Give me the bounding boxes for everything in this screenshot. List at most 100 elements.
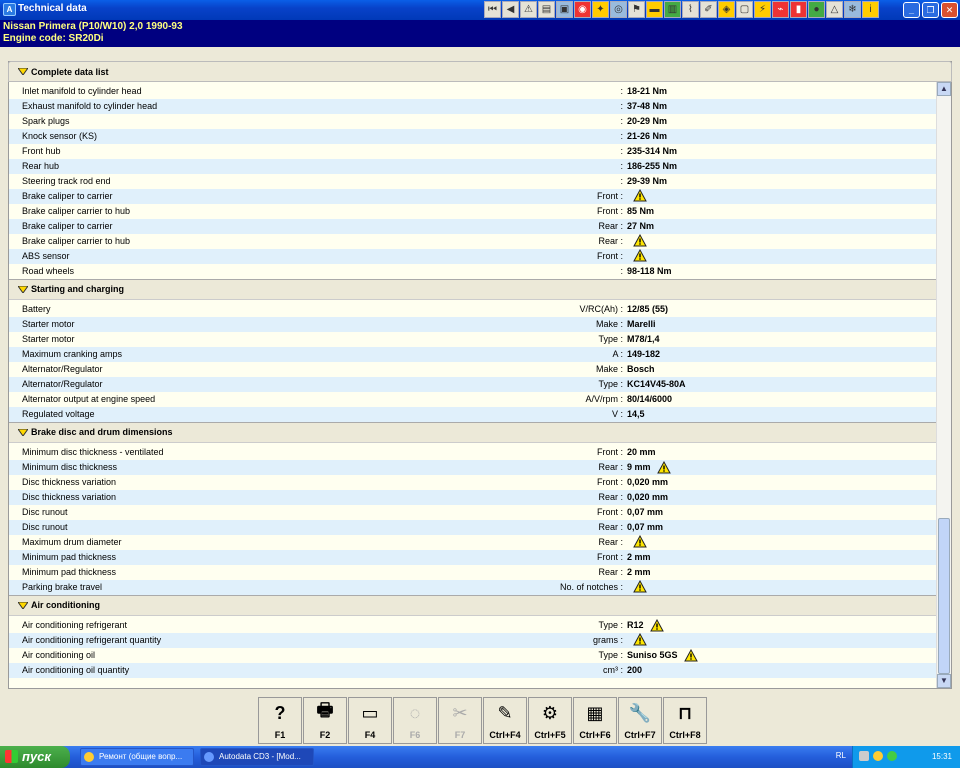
table-row[interactable]: Brake caliper carrier to hub Rear : — [9, 233, 937, 249]
fkey-ctrl-f6-button[interactable]: ▦ Ctrl+F6 — [573, 697, 617, 744]
gauge-icon[interactable]: ◎ — [610, 1, 627, 18]
warning-icon[interactable] — [633, 233, 647, 247]
table-row[interactable]: Alternator/Regulator Make : Bosch — [9, 362, 937, 377]
document-icon[interactable]: ▤ — [538, 1, 555, 18]
network-icon[interactable] — [859, 751, 869, 761]
volume-icon[interactable] — [887, 751, 897, 761]
warning-icon[interactable] — [633, 534, 647, 548]
table-row[interactable]: Disc runout Rear : 0,07 mm — [9, 520, 937, 535]
aircon-icon[interactable]: ❄ — [844, 1, 861, 18]
table-row[interactable]: Air conditioning refrigerant quantity gra… — [9, 632, 937, 648]
warning-icon[interactable] — [656, 460, 671, 474]
minimize-button[interactable]: _ — [903, 2, 920, 18]
blank-icon[interactable]: ▢ — [736, 1, 753, 18]
vertical-scrollbar[interactable]: ▲ ▼ — [936, 82, 951, 688]
table-row[interactable]: Brake caliper to carrier Rear : 27 Nm — [9, 219, 937, 234]
table-row[interactable]: Knock sensor (KS):21-26 Nm — [9, 129, 937, 144]
warning-icon[interactable] — [633, 632, 647, 646]
table-row[interactable]: Parking brake travel No. of notches : — [9, 579, 937, 595]
table-row[interactable]: Exhaust manifold to cylinder head:37-48 … — [9, 99, 937, 114]
electrical-icon[interactable]: ⚡ — [754, 1, 771, 18]
table-row[interactable]: Air conditioning oil quantity cm³ : 200 — [9, 663, 937, 678]
warning-icon[interactable] — [633, 579, 647, 593]
table-row[interactable]: Maximum drum diameter Rear : — [9, 534, 937, 550]
table-row[interactable]: Disc thickness variation Front : 0,020 mm — [9, 475, 937, 490]
table-row[interactable]: Front hub:235-314 Nm — [9, 144, 937, 159]
airbag-icon[interactable]: ● — [808, 1, 825, 18]
diagnostics-icon[interactable]: ✦ — [592, 1, 609, 18]
section-header[interactable]: Starting and charging — [9, 279, 937, 300]
previous-icon[interactable]: ◀ — [502, 1, 519, 18]
torque-icon[interactable]: ◈ — [718, 1, 735, 18]
info-icon[interactable]: i — [862, 1, 879, 18]
table-row[interactable]: ABS sensor Front : — [9, 248, 937, 264]
table-row[interactable]: Maximum cranking amps A : 149-182 — [9, 347, 937, 362]
abs-icon[interactable]: △ — [826, 1, 843, 18]
restore-button[interactable]: ❐ — [922, 2, 939, 18]
fkey-ctrl-f4-button[interactable]: ✎ Ctrl+F4 — [483, 697, 527, 744]
table-row[interactable]: Minimum pad thickness Rear : 2 mm — [9, 565, 937, 580]
warning-icon[interactable] — [649, 618, 664, 632]
task-button-repair[interactable]: Ремонт (общие вопр... — [80, 748, 194, 766]
fkey-ctrl-f8-button[interactable]: ⊓ Ctrl+F8 — [663, 697, 707, 744]
table-row[interactable]: Steering track rod end:29-39 Nm — [9, 174, 937, 189]
table-row[interactable]: Minimum pad thickness Front : 2 mm — [9, 550, 937, 565]
table-row[interactable]: Spark plugs:20-29 Nm — [9, 114, 937, 129]
table-row[interactable]: Alternator/Regulator Type : KC14V45-80A — [9, 377, 937, 392]
fkey-ctrl-f7-button[interactable]: 🔧 Ctrl+F7 — [618, 697, 662, 744]
fkey-f6-button[interactable]: ◌ F6 — [393, 697, 437, 744]
table-row[interactable]: Road wheels:98-118 Nm — [9, 264, 937, 279]
fuse-icon[interactable]: ▮ — [790, 1, 807, 18]
table-row[interactable]: Air conditioning refrigerant Type : R12 — [9, 618, 937, 633]
table-row[interactable]: Inlet manifold to cylinder head:18-21 Nm — [9, 84, 937, 99]
app-icon[interactable]: A — [3, 3, 16, 16]
table-row[interactable]: Regulated voltage V : 14,5 — [9, 407, 937, 422]
language-indicator[interactable]: RL — [836, 751, 846, 760]
fkey-f2-button[interactable]: 🖶 F2 — [303, 697, 347, 744]
wiring-icon[interactable]: ⌁ — [772, 1, 789, 18]
scroll-thumb[interactable] — [938, 518, 950, 674]
table-row[interactable]: Brake caliper carrier to hub Front : 85 Nm — [9, 204, 937, 219]
adjustments-icon[interactable]: ⚑ — [628, 1, 645, 18]
start-button[interactable]: пуск — [0, 746, 70, 768]
table-row[interactable]: Disc runout Front : 0,07 mm — [9, 505, 937, 520]
table-row[interactable]: Rear hub:186-255 Nm — [9, 159, 937, 174]
warning-icon[interactable]: ⚠ — [520, 1, 537, 18]
fkey-f4-button[interactable]: ▭ F4 — [348, 697, 392, 744]
service-book-icon[interactable]: ▥ — [664, 1, 681, 18]
timing-icon[interactable]: ◉ — [574, 1, 591, 18]
row-label: Maximum drum diameter — [22, 537, 122, 547]
row-qualifier: : — [620, 146, 623, 156]
close-button[interactable]: ✕ — [941, 2, 958, 18]
tab-complete-data-list[interactable]: Complete data list — [8, 61, 952, 82]
fkey-f7-button[interactable]: ✂ F7 — [438, 697, 482, 744]
scroll-up-icon[interactable]: ▲ — [937, 82, 951, 96]
table-row[interactable]: Starter motor Type : M78/1,4 — [9, 332, 937, 347]
oil-icon[interactable]: ⌇ — [682, 1, 699, 18]
scroll-down-icon[interactable]: ▼ — [937, 674, 951, 688]
security-icon[interactable] — [873, 751, 883, 761]
section-header[interactable]: Brake disc and drum dimensions — [9, 422, 937, 443]
table-row[interactable]: Brake caliper to carrier Front : — [9, 188, 937, 204]
table-row[interactable]: Battery V/RC(Ah) : 12/85 (55) — [9, 302, 937, 317]
section-header[interactable]: Air conditioning — [9, 595, 937, 616]
belt-icon[interactable]: ▬ — [646, 1, 663, 18]
data-list[interactable]: Inlet manifold to cylinder head:18-21 Nm… — [9, 82, 937, 688]
table-row[interactable]: Minimum disc thickness Rear : 9 mm — [9, 460, 937, 475]
table-row[interactable]: Disc thickness variation Rear : 0,020 mm — [9, 490, 937, 505]
first-record-icon[interactable]: ⏮ — [484, 1, 501, 18]
section-rows: Battery V/RC(Ah) : 12/85 (55) Starter motor… — [9, 300, 937, 422]
table-row[interactable]: Minimum disc thickness - ventilated Front… — [9, 445, 937, 460]
warning-icon[interactable] — [633, 248, 647, 262]
row-qualifier: V : — [611, 409, 623, 419]
table-row[interactable]: Starter motor Make : Marelli — [9, 317, 937, 332]
warning-icon[interactable] — [683, 648, 698, 662]
task-button-autodata[interactable]: Autodata CD3 - [Mod... — [200, 748, 314, 766]
fkey-f1-button[interactable]: ? F1 — [258, 697, 302, 744]
fkey-ctrl-f5-button[interactable]: ⚙ Ctrl+F5 — [528, 697, 572, 744]
table-row[interactable]: Alternator output at engine speed A/V/rpm… — [9, 392, 937, 407]
warning-icon[interactable] — [633, 188, 647, 202]
engine-icon[interactable]: ▣ — [556, 1, 573, 18]
brush-icon[interactable]: ✐ — [700, 1, 717, 18]
table-row[interactable]: Air conditioning oil Type : Suniso 5GS — [9, 648, 937, 663]
